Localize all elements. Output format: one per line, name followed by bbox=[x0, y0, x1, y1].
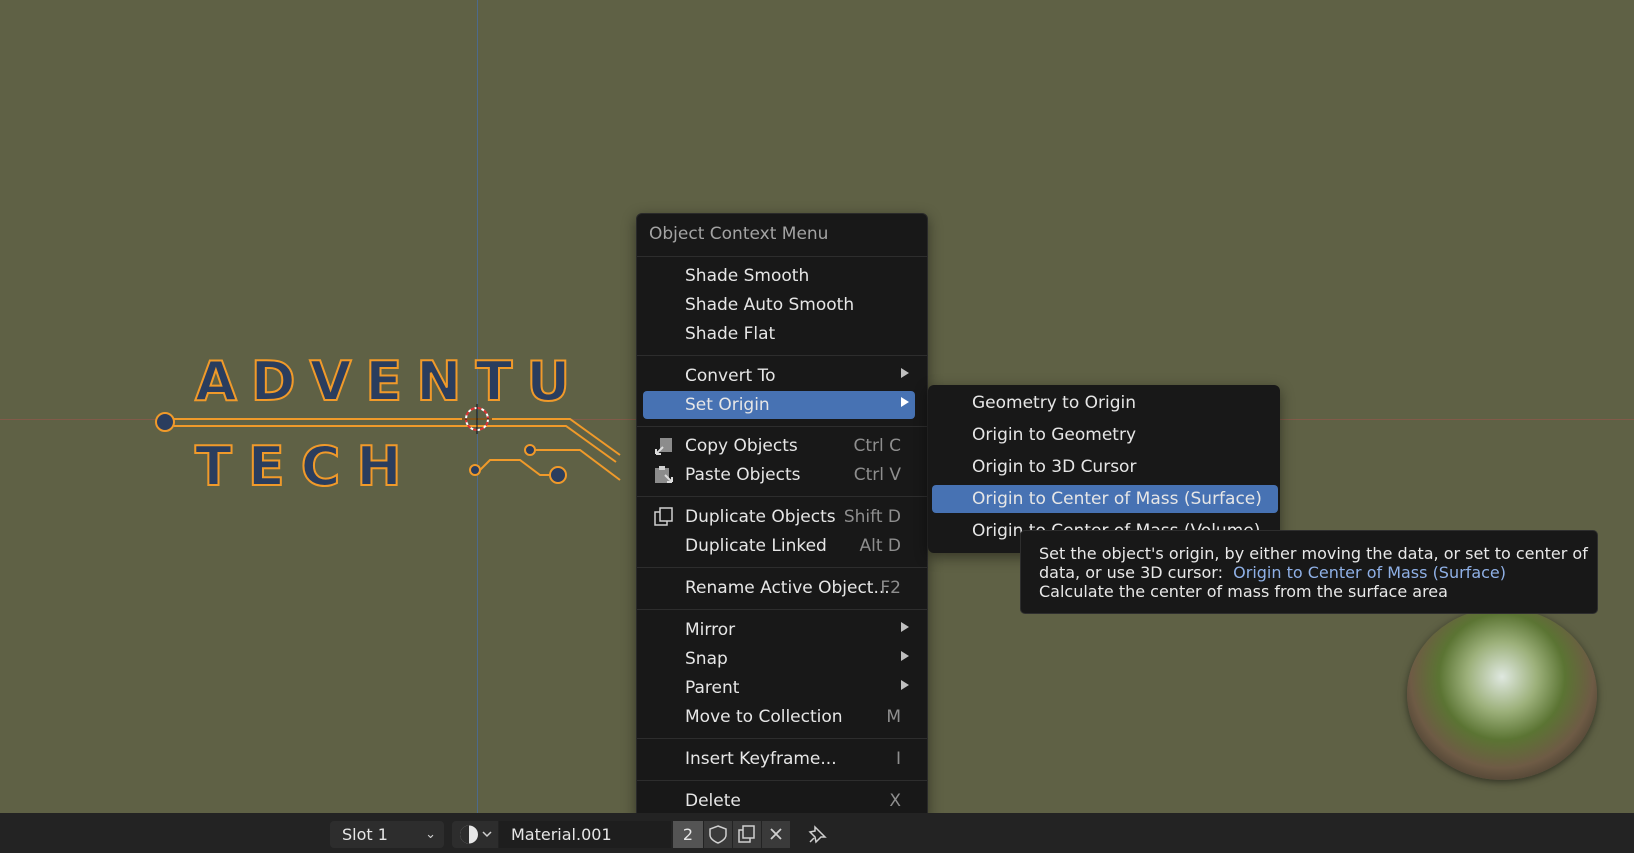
tooltip-line-3: Calculate the center of mass from the su… bbox=[1039, 582, 1448, 601]
menu-item-label: Rename Active Object... bbox=[685, 578, 890, 598]
menu-item-label: Parent bbox=[685, 678, 740, 698]
material-sphere-icon bbox=[460, 825, 492, 844]
menu-item-label: Copy Objects bbox=[685, 436, 798, 456]
menu-item-label: Paste Objects bbox=[685, 465, 801, 485]
menu-item-label: Duplicate Objects bbox=[685, 507, 836, 527]
shortcut-label: Ctrl V bbox=[853, 465, 901, 485]
material-browse-button[interactable] bbox=[452, 821, 498, 848]
menu-item-label: Shade Smooth bbox=[685, 266, 810, 286]
shortcut-label: Shift D bbox=[843, 507, 901, 527]
shield-icon bbox=[709, 825, 727, 844]
menu-item-shade-flat[interactable]: Shade Flat bbox=[643, 320, 915, 348]
menu-item-set-origin[interactable]: Set Origin bbox=[643, 391, 915, 419]
paste-icon bbox=[653, 465, 675, 485]
menu-item-mirror[interactable]: Mirror bbox=[643, 616, 915, 644]
submenu-item-label: Geometry to Origin bbox=[972, 393, 1137, 413]
menu-separator bbox=[637, 496, 927, 497]
menu-item-snap[interactable]: Snap bbox=[643, 645, 915, 673]
menu-title: Object Context Menu bbox=[649, 224, 829, 244]
menu-item-label: Convert To bbox=[685, 366, 776, 386]
logo-line-1: ADVENTU bbox=[195, 350, 584, 413]
submenu-arrow-icon bbox=[901, 622, 909, 632]
slot-dropdown[interactable]: Slot 1 ⌄ bbox=[330, 821, 444, 848]
menu-item-duplicate-objects[interactable]: Duplicate Objects Shift D bbox=[643, 503, 915, 531]
tooltip-line-2: data, or use 3D cursor: Origin to Center… bbox=[1039, 563, 1599, 582]
material-slot-bar: Slot 1 ⌄ Material.001 2 bbox=[0, 813, 1634, 853]
menu-item-label: Move to Collection bbox=[685, 707, 843, 727]
menu-item-parent[interactable]: Parent bbox=[643, 674, 915, 702]
submenu-item-origin-to-center-of-mass-surface[interactable]: Origin to Center of Mass (Surface) bbox=[932, 485, 1278, 513]
close-icon bbox=[770, 828, 782, 840]
submenu-arrow-icon bbox=[901, 397, 909, 407]
menu-item-move-to-collection[interactable]: Move to Collection M bbox=[643, 703, 915, 731]
new-material-button[interactable] bbox=[733, 821, 761, 848]
user-count-button[interactable]: 2 bbox=[673, 821, 703, 848]
fake-user-button[interactable] bbox=[704, 821, 732, 848]
submenu-item-origin-to-3d-cursor[interactable]: Origin to 3D Cursor bbox=[932, 453, 1278, 481]
tooltip-line-1: Set the object's origin, by either movin… bbox=[1039, 544, 1588, 563]
menu-item-label: Shade Flat bbox=[685, 324, 776, 344]
tooltip-text: Set the object's origin, by either movin… bbox=[1039, 544, 1599, 601]
shortcut-label: I bbox=[895, 749, 901, 769]
menu-separator bbox=[637, 780, 927, 781]
shortcut-label: F2 bbox=[880, 578, 901, 598]
menu-item-label: Insert Keyframe... bbox=[685, 749, 837, 769]
menu-item-rename-active-object[interactable]: Rename Active Object... F2 bbox=[643, 574, 915, 602]
menu-separator bbox=[637, 567, 927, 568]
hdri-preview-sphere bbox=[1407, 608, 1597, 780]
menu-item-label: Duplicate Linked bbox=[685, 536, 827, 556]
menu-separator bbox=[637, 609, 927, 610]
menu-item-copy-objects[interactable]: Copy Objects Ctrl C bbox=[643, 432, 915, 460]
menu-item-label: Snap bbox=[685, 649, 728, 669]
menu-item-label: Delete bbox=[685, 791, 741, 811]
menu-item-duplicate-linked[interactable]: Duplicate Linked Alt D bbox=[643, 532, 915, 560]
submenu-arrow-icon bbox=[901, 368, 909, 378]
submenu-item-label: Origin to Center of Mass (Surface) bbox=[972, 489, 1262, 509]
copy-icon bbox=[653, 436, 675, 456]
submenu-item-origin-to-geometry[interactable]: Origin to Geometry bbox=[932, 421, 1278, 449]
duplicate-icon bbox=[653, 507, 675, 527]
menu-separator bbox=[637, 426, 927, 427]
menu-item-insert-keyframe[interactable]: Insert Keyframe... I bbox=[643, 745, 915, 773]
slot-label: Slot 1 bbox=[342, 825, 388, 844]
submenu-arrow-icon bbox=[901, 680, 909, 690]
menu-separator bbox=[637, 256, 927, 257]
pin-icon bbox=[808, 825, 827, 844]
submenu-arrow-icon bbox=[901, 651, 909, 661]
material-name-field[interactable]: Material.001 bbox=[499, 821, 671, 848]
menu-separator bbox=[637, 355, 927, 356]
menu-item-label: Mirror bbox=[685, 620, 736, 640]
submenu-item-label: Origin to 3D Cursor bbox=[972, 457, 1137, 477]
set-origin-submenu: Geometry to Origin Origin to Geometry Or… bbox=[928, 385, 1280, 553]
unlink-material-button[interactable] bbox=[762, 821, 790, 848]
logo-line-2: TECH bbox=[195, 435, 418, 498]
shortcut-label: M bbox=[886, 707, 901, 727]
tooltip: Set the object's origin, by either movin… bbox=[1020, 530, 1598, 614]
new-material-icon bbox=[738, 825, 755, 843]
tooltip-operator-name: Origin to Center of Mass (Surface) bbox=[1233, 563, 1506, 582]
menu-item-label: Set Origin bbox=[685, 395, 770, 415]
chevron-down-icon: ⌄ bbox=[425, 827, 436, 842]
3d-cursor-icon bbox=[462, 404, 492, 434]
menu-item-label: Shade Auto Smooth bbox=[685, 295, 855, 315]
menu-separator bbox=[637, 738, 927, 739]
menu-item-paste-objects[interactable]: Paste Objects Ctrl V bbox=[643, 461, 915, 489]
material-name: Material.001 bbox=[511, 825, 612, 844]
text-object-logo[interactable]: ADVENTU TECH bbox=[150, 350, 650, 510]
object-context-menu: Object Context Menu Shade Smooth Shade A… bbox=[636, 213, 928, 821]
menu-item-delete[interactable]: Delete X bbox=[643, 787, 915, 815]
shortcut-label: X bbox=[889, 791, 901, 811]
submenu-item-geometry-to-origin[interactable]: Geometry to Origin bbox=[932, 389, 1278, 417]
menu-item-convert-to[interactable]: Convert To bbox=[643, 362, 915, 390]
menu-item-shade-smooth[interactable]: Shade Smooth bbox=[643, 262, 915, 290]
pin-button[interactable] bbox=[803, 821, 831, 848]
tooltip-line-2-prefix: data, or use 3D cursor: bbox=[1039, 563, 1223, 582]
submenu-item-label: Origin to Geometry bbox=[972, 425, 1137, 445]
menu-item-shade-auto-smooth[interactable]: Shade Auto Smooth bbox=[643, 291, 915, 319]
shortcut-label: Alt D bbox=[859, 536, 901, 556]
shortcut-label: Ctrl C bbox=[853, 436, 901, 456]
